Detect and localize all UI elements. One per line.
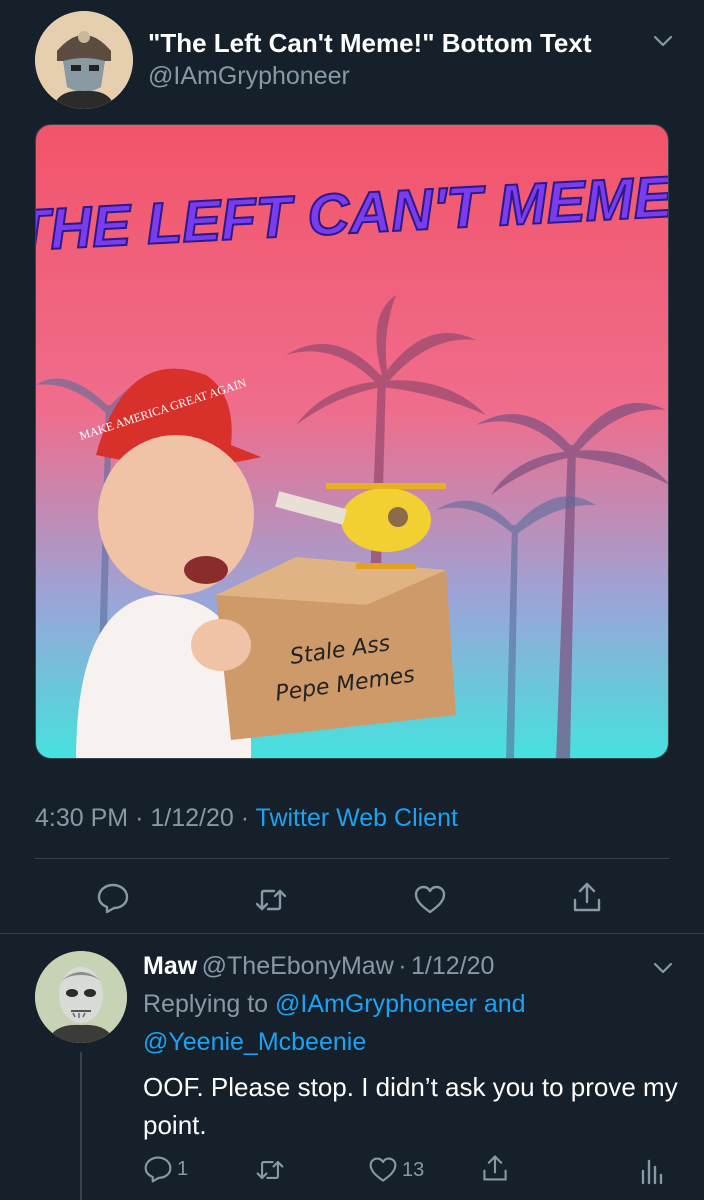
separator-dot: · bbox=[240, 804, 250, 832]
author-handle[interactable]: @IAmGryphoneer bbox=[148, 62, 350, 91]
reply-display-name[interactable]: Maw bbox=[143, 952, 197, 980]
reply-button[interactable]: 1 bbox=[143, 1154, 188, 1184]
replying-to-line-2: @Yeenie_Mcbeenie bbox=[143, 1028, 366, 1057]
retweet-icon bbox=[256, 1161, 284, 1179]
share-button[interactable] bbox=[570, 880, 604, 919]
replying-to-line: Replying to @IAmGryphoneer and bbox=[143, 990, 526, 1019]
author-display-name[interactable]: "The Left Can't Meme!" Bottom Text bbox=[148, 28, 591, 59]
analytics-button[interactable] bbox=[637, 1155, 667, 1190]
replying-to-mention[interactable]: @Yeenie_Mcbeenie bbox=[143, 1028, 366, 1056]
tweet-media-image[interactable]: "THE LEFT CAN'T MEME!" MAKE AMERICA GREA… bbox=[35, 124, 669, 759]
replying-to-mention[interactable]: @IAmGryphoneer bbox=[275, 990, 477, 1018]
like-count: 13 bbox=[402, 1158, 425, 1181]
divider bbox=[35, 858, 669, 859]
share-icon bbox=[573, 882, 601, 912]
reply-handle[interactable]: @TheEbonyMaw bbox=[202, 952, 394, 980]
separator-dot: · bbox=[398, 952, 407, 980]
like-button[interactable]: 13 bbox=[368, 1155, 424, 1185]
author-avatar[interactable] bbox=[35, 11, 133, 109]
separator-dot: · bbox=[135, 804, 144, 832]
thread-connector-line bbox=[80, 1052, 82, 1200]
reply-header: Maw @TheEbonyMaw · 1/12/20 bbox=[143, 952, 494, 981]
share-button[interactable] bbox=[480, 1153, 510, 1188]
reply-count: 1 bbox=[177, 1157, 189, 1180]
tweet-timestamp-row: 4:30 PM · 1/12/20 · Twitter Web Client bbox=[35, 804, 458, 833]
replying-to-prefix: Replying to bbox=[143, 990, 269, 1018]
reply-text: OOF. Please stop. I didn’t ask you to pr… bbox=[143, 1072, 678, 1140]
retweet-button[interactable] bbox=[255, 1155, 285, 1190]
chevron-down-icon[interactable] bbox=[652, 30, 674, 52]
retweet-button[interactable] bbox=[254, 883, 288, 922]
like-icon bbox=[369, 1157, 397, 1182]
divider bbox=[0, 933, 704, 934]
chevron-down-icon[interactable] bbox=[652, 957, 674, 979]
like-button[interactable] bbox=[413, 883, 447, 922]
share-icon bbox=[483, 1155, 507, 1181]
like-icon bbox=[414, 885, 446, 914]
reply-icon bbox=[97, 883, 129, 914]
reply-author-avatar[interactable] bbox=[35, 951, 127, 1043]
reply-button[interactable] bbox=[96, 881, 130, 920]
replying-to-and: and bbox=[483, 990, 526, 1018]
retweet-icon bbox=[255, 889, 287, 911]
tweet-date[interactable]: 1/12/20 bbox=[150, 804, 233, 832]
reply-date[interactable]: 1/12/20 bbox=[411, 952, 494, 980]
reply-icon bbox=[144, 1156, 172, 1183]
tweet-source-link[interactable]: Twitter Web Client bbox=[256, 804, 458, 832]
analytics-icon bbox=[641, 1159, 663, 1185]
tweet-time[interactable]: 4:30 PM bbox=[35, 804, 128, 832]
